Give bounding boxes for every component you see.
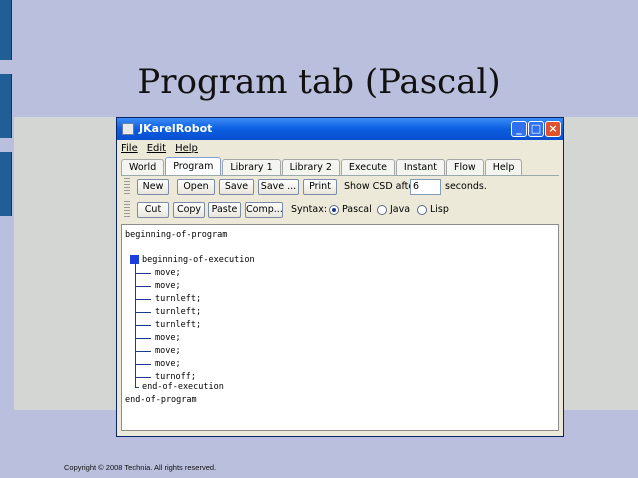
tab-instant[interactable]: Instant	[395, 159, 445, 175]
tab-strip: World Program Library 1 Library 2 Execut…	[121, 157, 523, 175]
paste-button[interactable]: Paste	[208, 202, 241, 218]
rail-block	[0, 0, 12, 60]
syntax-lisp-label: Lisp	[430, 204, 449, 215]
program-editor[interactable]: beginning-of-program beginning-of-execut…	[121, 224, 559, 431]
tree-node-handle[interactable]	[130, 255, 139, 264]
open-button[interactable]: Open	[177, 179, 215, 195]
window-title: JKarelRobot	[139, 122, 213, 135]
tree-connector	[135, 325, 151, 326]
tree-connector	[135, 387, 139, 388]
syntax-java-label: Java	[390, 204, 411, 215]
csd-seconds-input[interactable]: 6	[410, 179, 441, 195]
tab-library-2[interactable]: Library 2	[281, 159, 340, 175]
print-button[interactable]: Print	[303, 179, 337, 195]
code-line: end-of-program	[125, 395, 197, 405]
show-csd-label: Show CSD after	[344, 181, 419, 192]
app-icon	[122, 123, 134, 135]
seconds-label: seconds.	[445, 181, 487, 192]
code-line: move;	[155, 346, 181, 356]
copy-button[interactable]: Copy	[173, 202, 205, 218]
jkarelrobot-window: JKarelRobot _ □ × File Edit Help World P…	[116, 117, 564, 437]
tree-connector	[135, 351, 151, 352]
code-line: turnleft;	[155, 307, 202, 317]
code-line: turnleft;	[155, 294, 202, 304]
menu-help[interactable]: Help	[175, 143, 198, 154]
code-line: end-of-execution	[142, 382, 224, 392]
code-line: turnoff;	[155, 372, 196, 382]
rail-block	[0, 152, 12, 216]
code-line: move;	[155, 281, 181, 291]
tree-connector	[135, 286, 151, 287]
tree-connector	[135, 299, 151, 300]
maximize-icon[interactable]: □	[528, 121, 544, 137]
toolbar-grip[interactable]	[124, 201, 130, 219]
code-line: move;	[155, 268, 181, 278]
tree-connector	[135, 312, 151, 313]
new-button[interactable]: New	[137, 179, 169, 195]
syntax-pascal-radio[interactable]	[329, 205, 339, 215]
syntax-pascal-label: Pascal	[342, 204, 372, 215]
code-line: move;	[155, 333, 181, 343]
code-line: move;	[155, 359, 181, 369]
syntax-lisp-radio[interactable]	[417, 205, 427, 215]
tab-help[interactable]: Help	[484, 159, 523, 175]
compile-button[interactable]: Comp...	[245, 202, 283, 218]
syntax-java-radio[interactable]	[377, 205, 387, 215]
toolbar-grip[interactable]	[124, 178, 130, 196]
window-titlebar: JKarelRobot _ □ ×	[117, 118, 563, 140]
menu-bar: File Edit Help	[117, 140, 563, 157]
code-line: beginning-of-program	[125, 230, 228, 240]
cut-button[interactable]: Cut	[137, 202, 169, 218]
tab-library-1[interactable]: Library 1	[222, 159, 281, 175]
menu-edit[interactable]: Edit	[147, 143, 166, 154]
code-line: beginning-of-execution	[142, 255, 255, 265]
close-icon[interactable]: ×	[545, 121, 561, 137]
slide-title: Program tab (Pascal)	[137, 62, 501, 102]
minimize-icon[interactable]: _	[511, 121, 527, 137]
tab-execute[interactable]: Execute	[340, 159, 395, 175]
copyright-notice: Copyright © 2008 Technia. All rights res…	[64, 463, 217, 472]
save-button[interactable]: Save	[219, 179, 254, 195]
tree-connector	[135, 273, 151, 274]
save-as-button[interactable]: Save ...	[258, 179, 299, 195]
tab-program[interactable]: Program	[165, 157, 222, 175]
tab-world[interactable]: World	[121, 159, 165, 175]
tree-connector	[135, 364, 151, 365]
menu-file[interactable]: File	[121, 143, 138, 154]
tree-connector	[135, 338, 151, 339]
syntax-label: Syntax:	[291, 204, 328, 215]
program-toolbar: New Open Save Save ... Print Show CSD af…	[121, 175, 559, 225]
tree-connector	[135, 377, 151, 378]
tab-flow[interactable]: Flow	[446, 159, 484, 175]
code-line: turnleft;	[155, 320, 202, 330]
